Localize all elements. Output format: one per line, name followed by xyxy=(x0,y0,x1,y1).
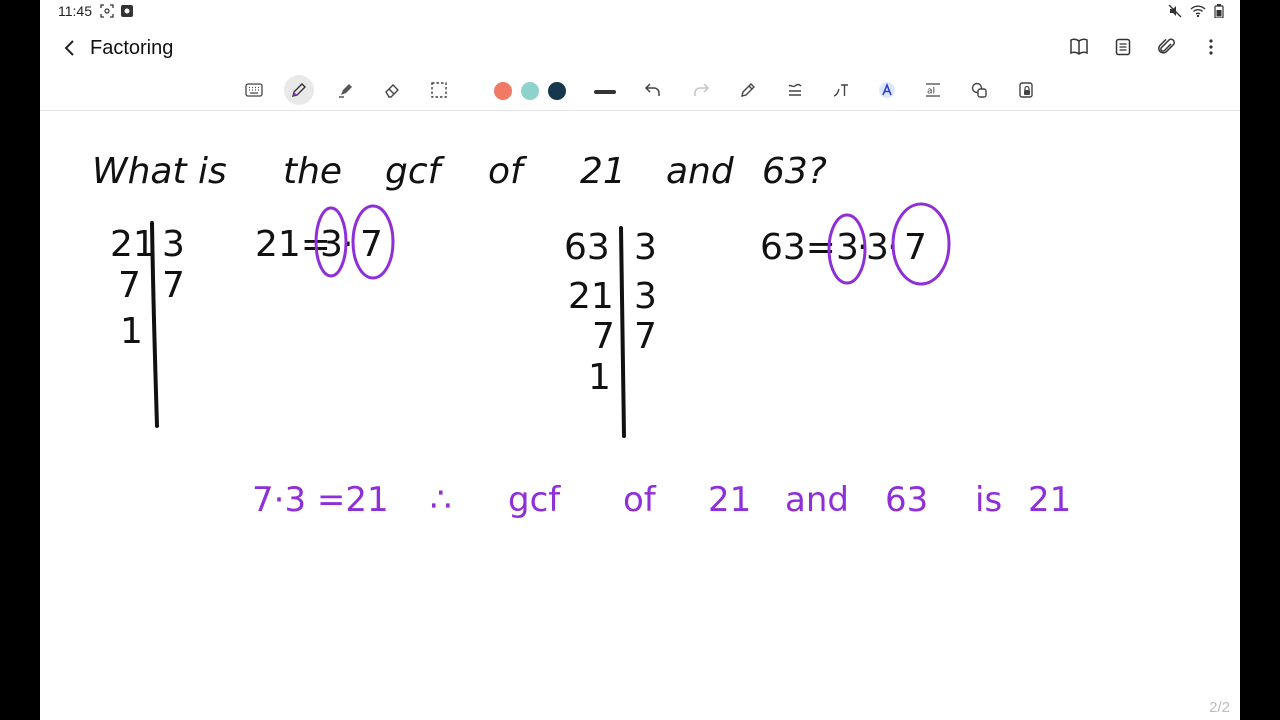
keyboard-button[interactable] xyxy=(239,75,269,105)
ladder21-right-2: 7 xyxy=(162,265,185,306)
text-convert-icon xyxy=(833,84,848,97)
question-word-5: of xyxy=(488,151,528,192)
eq21-factor-1: 3 xyxy=(320,224,343,265)
reading-mode-button[interactable] xyxy=(1066,34,1092,60)
page-indicator: 2/2 xyxy=(1209,699,1230,716)
shapes-button[interactable] xyxy=(964,75,994,105)
question-word-7: and xyxy=(666,151,735,192)
ladder21-divider xyxy=(150,221,159,428)
handwriting-to-text-button[interactable] xyxy=(826,75,856,105)
notification-icon xyxy=(120,4,134,23)
conclusion-word-1: gcf xyxy=(508,480,561,520)
book-icon xyxy=(1070,38,1088,55)
ladder21-left-1: 21 xyxy=(110,224,156,265)
straighten-button[interactable] xyxy=(780,75,810,105)
attach-button[interactable] xyxy=(1154,34,1180,60)
more-options-button[interactable] xyxy=(1198,34,1224,60)
battery-icon xyxy=(1214,4,1224,23)
shapes-icon xyxy=(971,82,987,98)
pen-thickness-button[interactable] xyxy=(594,90,616,94)
highlighter-icon xyxy=(339,84,352,98)
question-word-2: is xyxy=(198,151,227,192)
eq63-lhs: 63= xyxy=(760,227,836,268)
ladder63-left-3: 7 xyxy=(592,316,615,357)
redo-button[interactable] xyxy=(686,75,716,105)
color-swatch-navy[interactable] xyxy=(548,82,566,100)
ladder63-right-3: 7 xyxy=(634,316,657,357)
conclusion-word-5: 63 xyxy=(885,480,928,520)
conclusion-word-6: is xyxy=(975,480,1002,520)
pen-tool-button[interactable] xyxy=(284,75,314,105)
undo-button[interactable] xyxy=(638,75,668,105)
chevron-left-icon xyxy=(64,40,74,56)
status-bar: 11:45 xyxy=(40,0,1240,24)
screenshot-icon xyxy=(100,4,114,23)
conclusion-word-4: and xyxy=(785,480,849,520)
ladder63-right-1: 3 xyxy=(634,227,657,268)
lock-icon xyxy=(1019,82,1033,98)
eraser-icon xyxy=(385,84,399,98)
text-box-icon: aI xyxy=(926,83,940,97)
color-swatch-coral[interactable] xyxy=(494,82,512,100)
ladder63-left-1: 63 xyxy=(564,227,610,268)
conclusion-therefore: ∴ xyxy=(430,480,452,520)
text-box-button[interactable]: aI xyxy=(918,75,948,105)
document-icon xyxy=(1115,38,1131,56)
notes-screen: 11:45 Factoring aI What is the gcf of 21… xyxy=(40,0,1240,720)
read-only-button[interactable] xyxy=(1011,75,1041,105)
svg-text:aI: aI xyxy=(927,87,935,97)
back-button[interactable] xyxy=(56,34,84,62)
note-title: Factoring xyxy=(90,37,174,59)
mute-icon xyxy=(1168,4,1182,23)
font-color-icon xyxy=(879,82,895,98)
ladder63-divider xyxy=(619,226,626,438)
paperclip-icon xyxy=(1158,38,1175,54)
color-swatch-teal[interactable] xyxy=(521,82,539,100)
conclusion-word-2: of xyxy=(623,480,657,520)
ladder63-left-4: 1 xyxy=(588,357,611,398)
more-vertical-icon xyxy=(1209,39,1213,55)
conclusion-word-7: 21 xyxy=(1028,480,1071,520)
lasso-select-button[interactable] xyxy=(424,75,454,105)
eraser-tool-button[interactable] xyxy=(377,75,407,105)
ladder21-left-3: 1 xyxy=(120,311,143,352)
text-style-button[interactable] xyxy=(872,75,902,105)
question-word-4: gcf xyxy=(385,151,446,192)
eq63-factor-3: 7 xyxy=(904,227,927,268)
keyboard-icon xyxy=(245,83,263,97)
drawing-toolbar: aI xyxy=(40,72,1240,111)
note-canvas[interactable]: What is the gcf of 21 and 63? 21 7 1 3 7… xyxy=(40,111,1240,720)
wifi-icon xyxy=(1190,4,1206,23)
align-lines-icon xyxy=(788,83,802,96)
eq21-factor-2: 7 xyxy=(360,224,383,265)
redo-icon xyxy=(694,83,710,96)
eq63-factor-2: 3 xyxy=(866,227,889,268)
pen-settings-button[interactable] xyxy=(733,75,763,105)
conclusion-equation: 7·3 =21 xyxy=(252,480,389,520)
eq63-factor-1: 3 xyxy=(836,227,859,268)
status-time: 11:45 xyxy=(58,3,92,19)
question-word-3: the xyxy=(283,151,342,192)
conclusion-word-3: 21 xyxy=(708,480,751,520)
ladder21-left-2: 7 xyxy=(118,265,141,306)
page-template-button[interactable] xyxy=(1110,34,1136,60)
pen-edit-icon xyxy=(741,83,755,97)
question-word-8: 63? xyxy=(762,151,827,192)
selection-icon xyxy=(431,82,447,98)
ladder63-left-2: 21 xyxy=(568,276,614,317)
title-bar: Factoring xyxy=(40,24,1240,72)
question-word-1: What xyxy=(92,151,188,192)
undo-icon xyxy=(644,83,660,96)
ladder21-right-1: 3 xyxy=(162,224,185,265)
pen-icon xyxy=(292,83,306,97)
ladder63-right-2: 3 xyxy=(634,276,657,317)
highlighter-tool-button[interactable] xyxy=(331,75,361,105)
handwriting-layer: What is the gcf of 21 and 63? 21 7 1 3 7… xyxy=(92,151,1071,520)
question-word-6: 21 xyxy=(580,151,626,192)
